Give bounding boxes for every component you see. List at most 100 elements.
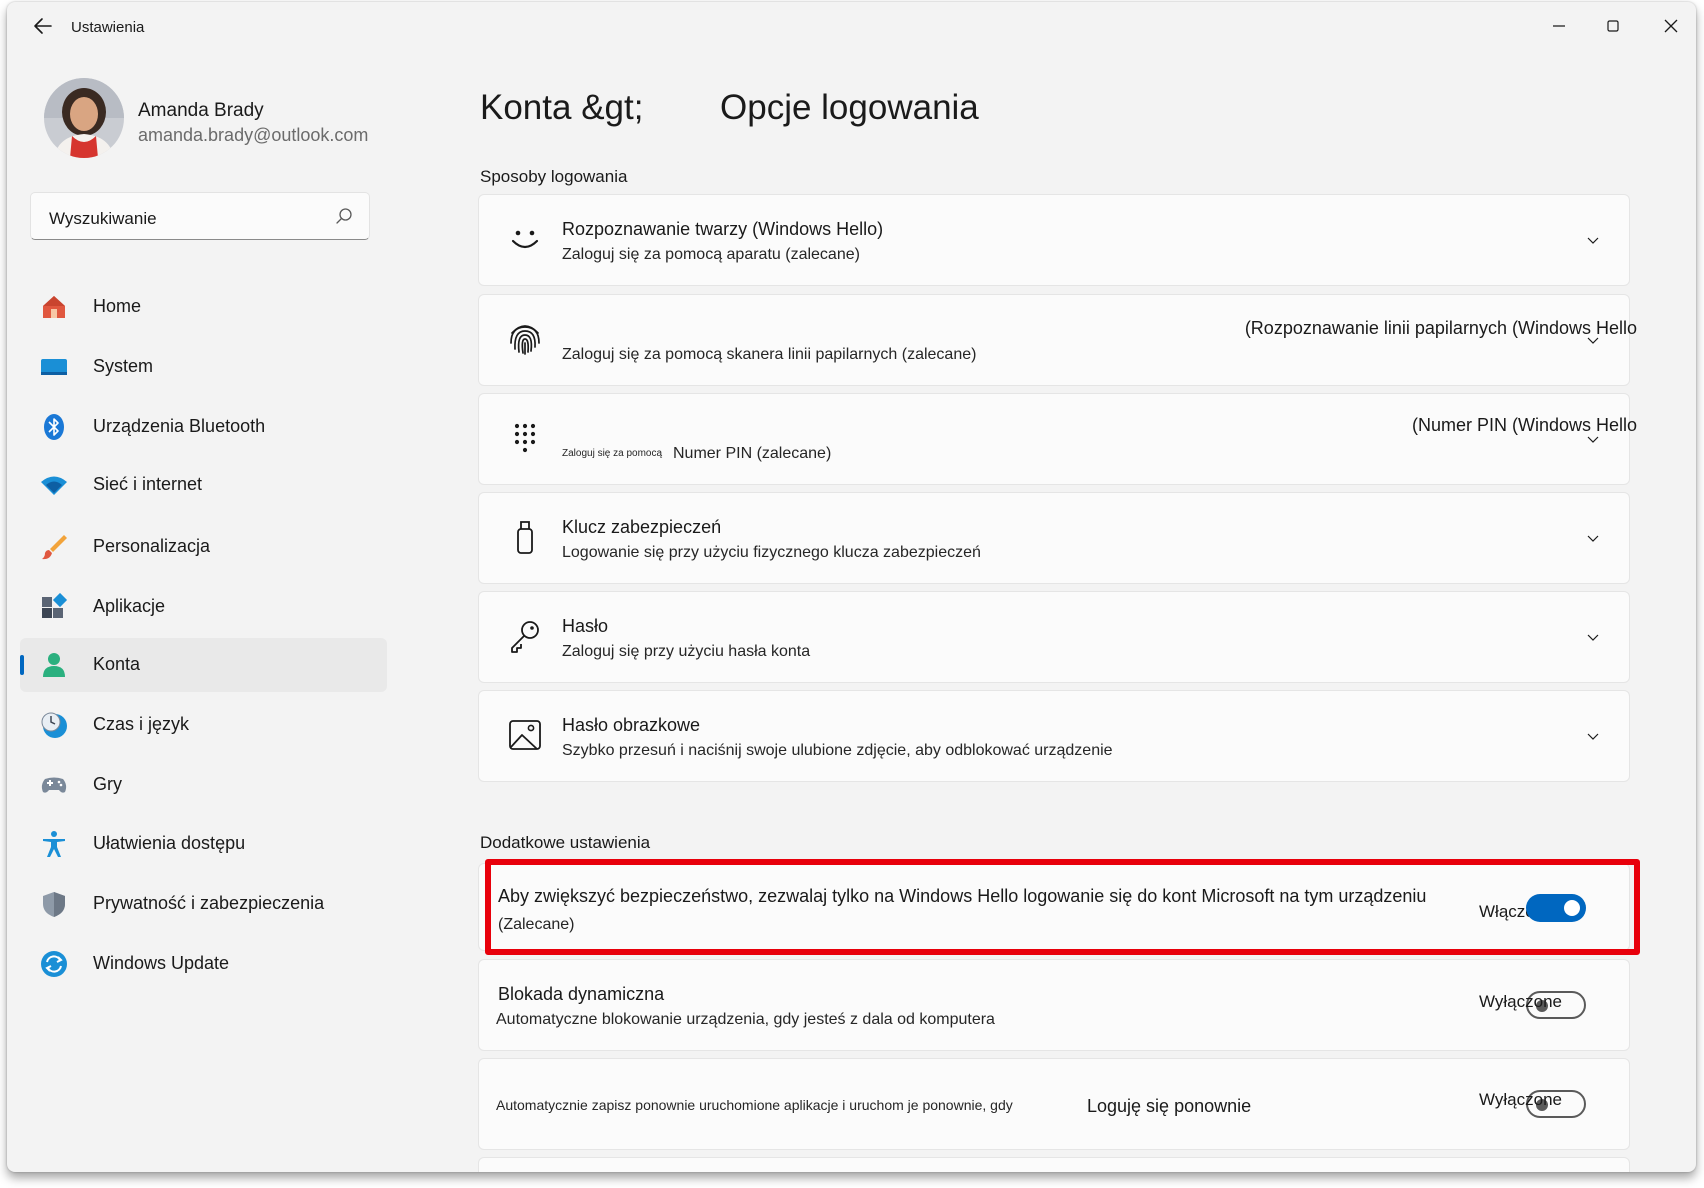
chevron-down-icon[interactable] — [1585, 630, 1601, 646]
option-title: Rozpoznawanie twarzy (Windows Hello) — [562, 219, 884, 239]
back-arrow-icon — [34, 18, 52, 34]
setting-subtitle: Automatyczne blokowanie urządzenia, gdy … — [496, 1011, 995, 1028]
option-subtitle: Zaloguj się przy użyciu hasła konta — [562, 643, 811, 660]
option-title: (Rozpoznawanie linii papilarnych (Window… — [1244, 318, 1637, 338]
sidebar-item-label: Home — [93, 296, 142, 316]
chevron-down-icon[interactable] — [1585, 531, 1601, 547]
sidebar-item-accessibility[interactable]: Ułatwienia dostępu — [20, 817, 387, 871]
setting-restart-apps: Automatycznie zapisz ponownie uruchomion… — [478, 1058, 1630, 1150]
search-input[interactable]: Wyszukiwanie — [49, 209, 157, 229]
system-icon — [41, 359, 67, 375]
signin-option-security-key[interactable]: Klucz zabezpieczeń Logowanie się przy uż… — [478, 492, 1630, 584]
sidebar-item-label: Gry — [93, 774, 122, 794]
windows-hello-only-toggle[interactable] — [1526, 894, 1586, 922]
breadcrumb[interactable]: Konta &gt; — [480, 88, 643, 128]
sidebar-item-label: Sieć i internet — [93, 474, 203, 494]
page-title: Opcje logowania — [720, 88, 979, 127]
face-icon — [511, 230, 539, 249]
toggle-knob — [1564, 900, 1580, 916]
setting-windows-hello-only: Aby zwiększyć bezpieczeństwo, zezwalaj t… — [478, 863, 1630, 951]
close-button[interactable] — [1648, 10, 1694, 42]
signin-option-face[interactable]: Rozpoznawanie twarzy (Windows Hello) Zal… — [478, 194, 1630, 286]
option-subtitle: Numer PIN (zalecane) — [673, 445, 832, 462]
sidebar-item-bluetooth[interactable]: Urządzenia Bluetooth — [20, 400, 387, 454]
chevron-down-icon[interactable] — [1585, 333, 1601, 349]
sidebar-item-gaming[interactable]: Gry — [20, 758, 387, 812]
option-title: Klucz zabezpieczeń — [562, 517, 722, 537]
signin-option-pin[interactable]: (Numer PIN (Windows Hello Zaloguj się za… — [478, 393, 1637, 485]
setting-title: Blokada dynamiczna — [498, 984, 665, 1004]
profile-email: amanda.brady@outlook.com — [138, 125, 369, 145]
option-subtitle: Zaloguj się za pomocą skanera linii papi… — [562, 346, 977, 363]
sidebar-item-apps[interactable]: Aplikacje — [20, 580, 387, 634]
sidebar-item-label: Ułatwienia dostępu — [93, 833, 246, 853]
setting-text: Automatycznie zapisz ponownie uruchomion… — [496, 1097, 1013, 1113]
toggle-state-label: Wyłączone — [1479, 992, 1562, 1011]
sidebar-item-system[interactable]: System — [20, 340, 387, 394]
accessibility-icon — [43, 831, 65, 857]
sidebar-item-personalization[interactable]: Personalizacja — [20, 520, 387, 574]
sidebar-item-windows-update[interactable]: Windows Update — [20, 937, 387, 991]
pin-keypad-icon — [514, 423, 536, 453]
time-language-icon — [41, 712, 67, 738]
search-icon[interactable] — [335, 207, 353, 225]
maximize-icon — [1607, 20, 1619, 32]
sidebar-item-label: Prywatność i zabezpieczenia — [93, 893, 325, 913]
option-subtitle: Szybko przesuń i naciśnij swoje ulubione… — [562, 742, 1113, 759]
sidebar-item-label: Personalizacja — [93, 536, 211, 556]
search-box[interactable]: Wyszukiwanie — [30, 192, 370, 240]
apps-icon — [42, 593, 68, 618]
update-icon — [41, 951, 67, 977]
settings-window: Ustawienia Amanda Brady amanda.brady@out… — [7, 2, 1696, 1172]
sidebar-item-label: Konta — [93, 654, 141, 674]
minimize-button[interactable] — [1536, 10, 1582, 42]
setting-next-partial — [478, 1157, 1630, 1172]
option-subtitle-small: Zaloguj się za pomocą — [562, 448, 663, 459]
sidebar-item-network[interactable]: Sieć i internet — [20, 458, 387, 512]
close-icon — [1664, 19, 1678, 33]
back-button[interactable] — [25, 12, 61, 40]
sidebar-item-label: Aplikacje — [93, 596, 166, 616]
option-title: Hasło obrazkowe — [562, 715, 701, 735]
accounts-icon — [43, 653, 65, 677]
gamepad-icon — [41, 777, 67, 793]
picture-icon — [509, 720, 541, 750]
chevron-down-icon[interactable] — [1585, 729, 1601, 745]
chevron-down-icon[interactable] — [1585, 432, 1601, 448]
active-indicator — [20, 655, 24, 675]
key-icon — [511, 621, 539, 653]
brush-icon — [42, 535, 67, 560]
signin-option-picture-password[interactable]: Hasło obrazkowe Szybko przesuń i naciśni… — [478, 690, 1630, 782]
signin-option-password[interactable]: Hasło Zaloguj się przy użyciu hasła kont… — [478, 591, 1630, 683]
option-subtitle: Logowanie się przy użyciu fizycznego klu… — [562, 544, 981, 561]
signin-option-fingerprint[interactable]: (Rozpoznawanie linii papilarnych (Window… — [478, 294, 1637, 386]
sidebar-item-home[interactable]: Home — [20, 280, 387, 334]
option-subtitle: Zaloguj się za pomocą aparatu (zalecane) — [562, 246, 860, 263]
option-title: Hasło — [562, 616, 609, 636]
sidebar-item-time-language[interactable]: Czas i język — [20, 698, 387, 752]
section-title-additional: Dodatkowe ustawienia — [480, 833, 651, 852]
chevron-down-icon[interactable] — [1585, 233, 1601, 249]
fingerprint-icon — [510, 325, 540, 355]
avatar[interactable] — [44, 78, 124, 158]
usb-key-icon — [517, 521, 533, 554]
app-title: Ustawienia — [71, 19, 145, 36]
profile-name: Amanda Brady — [138, 100, 264, 121]
sidebar-item-label: System — [93, 356, 154, 376]
sidebar-item-privacy[interactable]: Prywatność i zabezpieczenia — [20, 877, 387, 931]
toggle-state-label: Wyłączone — [1479, 1090, 1562, 1109]
minimize-icon — [1553, 25, 1565, 27]
sidebar-item-label: Czas i język — [93, 714, 190, 734]
sidebar-item-label: Urządzenia Bluetooth — [93, 416, 266, 436]
home-icon — [43, 296, 65, 318]
setting-title: Aby zwiększyć bezpieczeństwo, zezwalaj t… — [498, 886, 1427, 906]
option-title: (Numer PIN (Windows Hello — [1411, 415, 1637, 435]
shield-icon — [43, 892, 65, 917]
title-bar: Ustawienia — [7, 2, 1696, 50]
sidebar-item-accounts[interactable]: Konta — [20, 638, 387, 692]
section-title-signin: Sposoby logowania — [480, 167, 628, 186]
bluetooth-icon — [44, 414, 64, 440]
wifi-icon — [41, 476, 67, 495]
maximize-button[interactable] — [1590, 10, 1636, 42]
setting-dynamic-lock[interactable]: Blokada dynamiczna Automatyczne blokowan… — [478, 959, 1630, 1051]
